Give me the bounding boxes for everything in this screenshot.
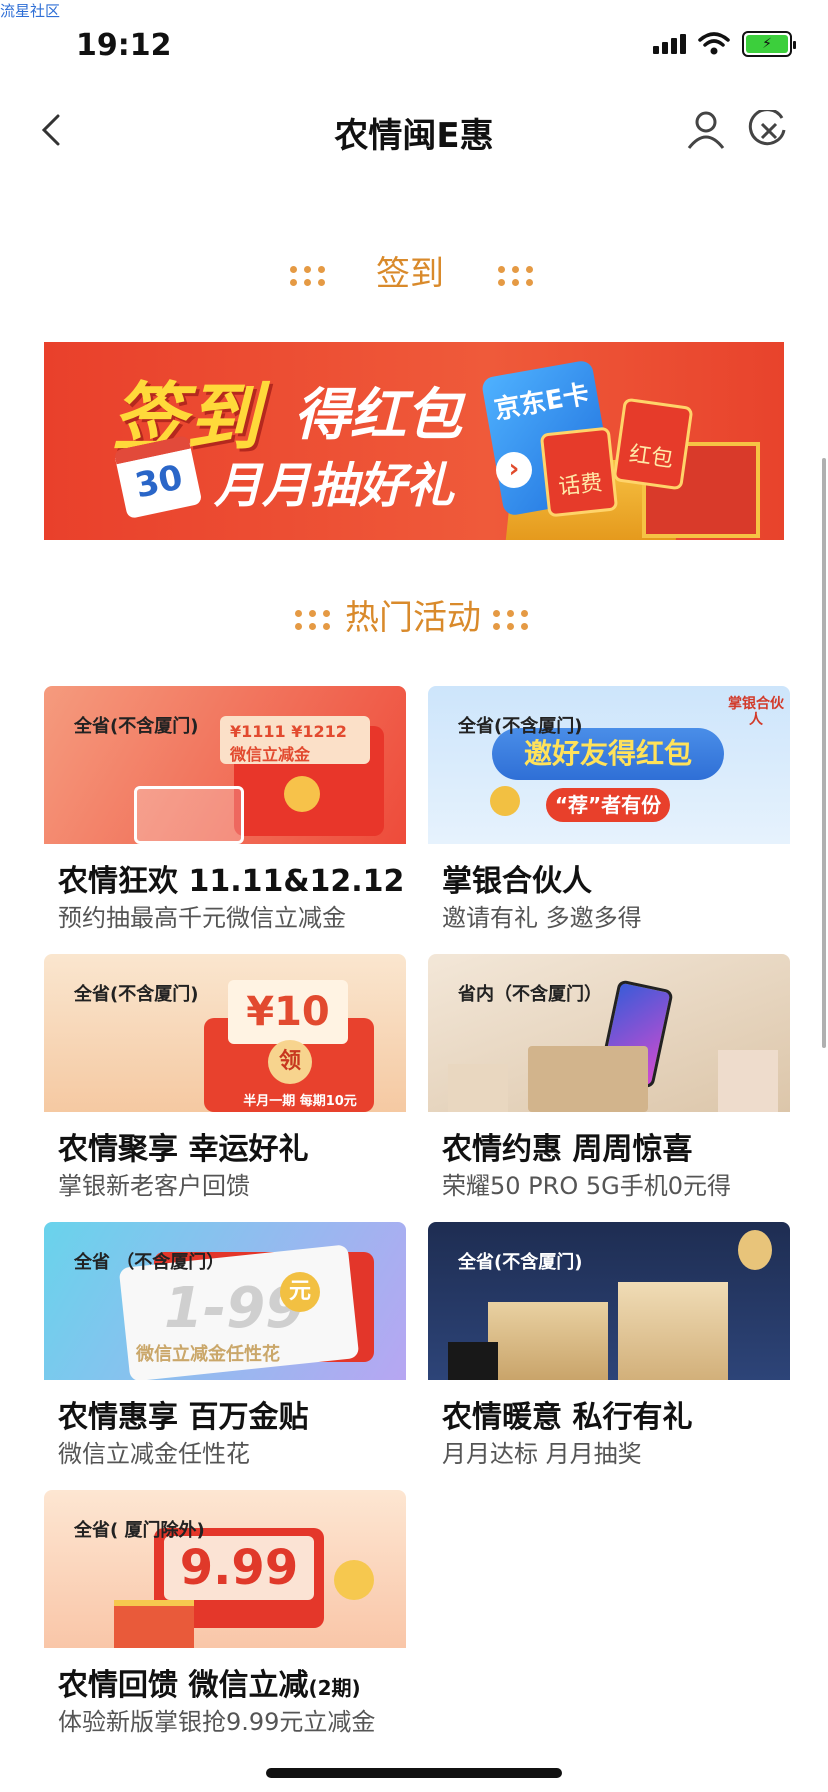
gift-box-icon (528, 1046, 648, 1112)
activity-subtitle: 掌银新老客户回馈 (58, 1172, 250, 1200)
activity-image: 全省(不含厦门) (428, 1222, 790, 1380)
art-text: ¥10 (228, 980, 348, 1044)
activity-card[interactable]: 9.99 全省( 厦门除外) 农情回馈 微信立减(2期) 体验新版掌银抢9.99… (44, 1490, 406, 1736)
region-tag: 全省(不含厦门) (458, 1252, 583, 1273)
region-tag: 全省(不含厦门) (74, 716, 199, 737)
activity-card[interactable]: ¥1111 ¥1212 微信立减金 全省(不含厦门) 农情狂欢 11.11&12… (44, 686, 406, 932)
art-text: 9.99 (164, 1536, 314, 1600)
activity-title: 农情聚享 幸运好礼 (58, 1132, 309, 1167)
wifi-icon (698, 32, 730, 55)
region-tag: 全省 （不含厦门） (74, 1252, 225, 1273)
scrollbar[interactable] (822, 458, 826, 1048)
cart-icon (134, 786, 244, 844)
claim-badge: 领 (268, 1040, 312, 1084)
activity-card[interactable]: 邀好友得红包 “荐”者有份 掌银合伙人 全省(不含厦门) 掌银合伙人 邀请有礼 … (428, 686, 790, 932)
activity-image: ¥10 领 半月一期 每期10元 全省(不含厦门) (44, 954, 406, 1112)
watermark: 流星社区 (0, 2, 61, 20)
activity-card[interactable]: ¥10 领 半月一期 每期10元 全省(不含厦门) 农情聚享 幸运好礼 掌银新老… (44, 954, 406, 1200)
activity-image: 1-99 元 微信立减金任性花 全省 （不含厦门） (44, 1222, 406, 1380)
calendar-icon: 30 (113, 434, 203, 520)
region-tag: 全省( 厦门除外) (74, 1520, 205, 1541)
art-unit: 元 (280, 1272, 320, 1312)
activity-title: 农情约惠 周周惊喜 (442, 1132, 693, 1167)
arrow-right-icon: › (496, 452, 532, 488)
envelope-phone-bill: 话费 (539, 426, 619, 518)
art-subtext: “荐”者有份 (546, 788, 670, 822)
activity-subtitle: 月月达标 月月抽奖 (442, 1440, 642, 1468)
activity-subtitle: 体验新版掌银抢9.99元立减金 (58, 1708, 376, 1736)
signal-icon (653, 34, 686, 54)
activity-card[interactable]: 省内（不含厦门） 农情约惠 周周惊喜 荣耀50 PRO 5G手机0元得 (428, 954, 790, 1200)
banner-subline: 月月抽好礼 (214, 458, 455, 514)
hot-section-title: 热门活动 (0, 590, 828, 639)
activity-subtitle: 邀请有礼 多邀多得 (442, 904, 642, 932)
activity-card[interactable]: 全省(不含厦门) 农情暖意 私行有礼 月月达标 月月抽奖 (428, 1222, 790, 1468)
region-tag: 全省(不含厦门) (74, 984, 199, 1005)
dots-decoration-icon (493, 608, 533, 632)
balloon-icon (738, 1230, 772, 1270)
region-tag: 全省(不含厦门) (458, 716, 583, 737)
dots-decoration-icon (498, 264, 538, 288)
coin-icon (284, 776, 320, 812)
art-subtext: 半月一期 每期10元 (243, 1094, 357, 1109)
activity-title: 农情惠享 百万金贴 (58, 1400, 309, 1435)
signin-banner[interactable]: 京东E卡 话费 红包 签到 得红包 30 月月抽好礼 › (44, 342, 784, 540)
activity-title: 农情暖意 私行有礼 (442, 1400, 693, 1435)
dots-decoration-icon (295, 608, 335, 632)
envelope-red-packet: 红包 (612, 397, 694, 491)
gift-box-icon (488, 1302, 608, 1380)
gift-box-icon (618, 1282, 728, 1380)
activity-card[interactable]: 1-99 元 微信立减金任性花 全省 （不含厦门） 农情惠享 百万金贴 微信立减… (44, 1222, 406, 1468)
region-tag: 省内（不含厦门） (458, 984, 602, 1005)
status-icons: ⚡ (653, 30, 796, 58)
dots-decoration-icon (290, 264, 330, 288)
activity-title: 农情狂欢 11.11&12.12 (58, 864, 405, 899)
banner-headline-b: 得红包 (294, 383, 462, 448)
activity-image: 9.99 全省( 厦门除外) (44, 1490, 406, 1648)
gift-icon (114, 1600, 194, 1648)
activity-image: 邀好友得红包 “荐”者有份 掌银合伙人 全省(不含厦门) (428, 686, 790, 844)
activity-image: 省内（不含厦门） (428, 954, 790, 1112)
home-indicator[interactable] (266, 1768, 562, 1778)
corner-label: 掌银合伙人 (728, 696, 784, 728)
activity-subtitle: 微信立减金任性花 (58, 1440, 250, 1468)
user-icon[interactable] (684, 108, 728, 152)
coin-icon (334, 1560, 374, 1600)
close-circle-icon[interactable] (748, 110, 790, 152)
title-suffix: (2期) (308, 1676, 361, 1700)
signin-section-title: 签到 (0, 246, 828, 295)
battery-icon: ⚡ (742, 31, 796, 57)
activity-title: 掌银合伙人 (442, 864, 592, 899)
activity-subtitle: 预约抽最高千元微信立减金 (58, 904, 346, 932)
status-time: 19:12 (76, 28, 172, 63)
activity-title: 农情回馈 微信立减(2期) (58, 1668, 361, 1703)
coin-icon (490, 786, 520, 816)
art-subtext: 微信立减金任性花 (136, 1344, 280, 1365)
activity-image: ¥1111 ¥1212 微信立减金 全省(不含厦门) (44, 686, 406, 844)
activity-subtitle: 荣耀50 PRO 5G手机0元得 (442, 1172, 731, 1200)
art-text: ¥1111 ¥1212 微信立减金 (220, 716, 370, 764)
